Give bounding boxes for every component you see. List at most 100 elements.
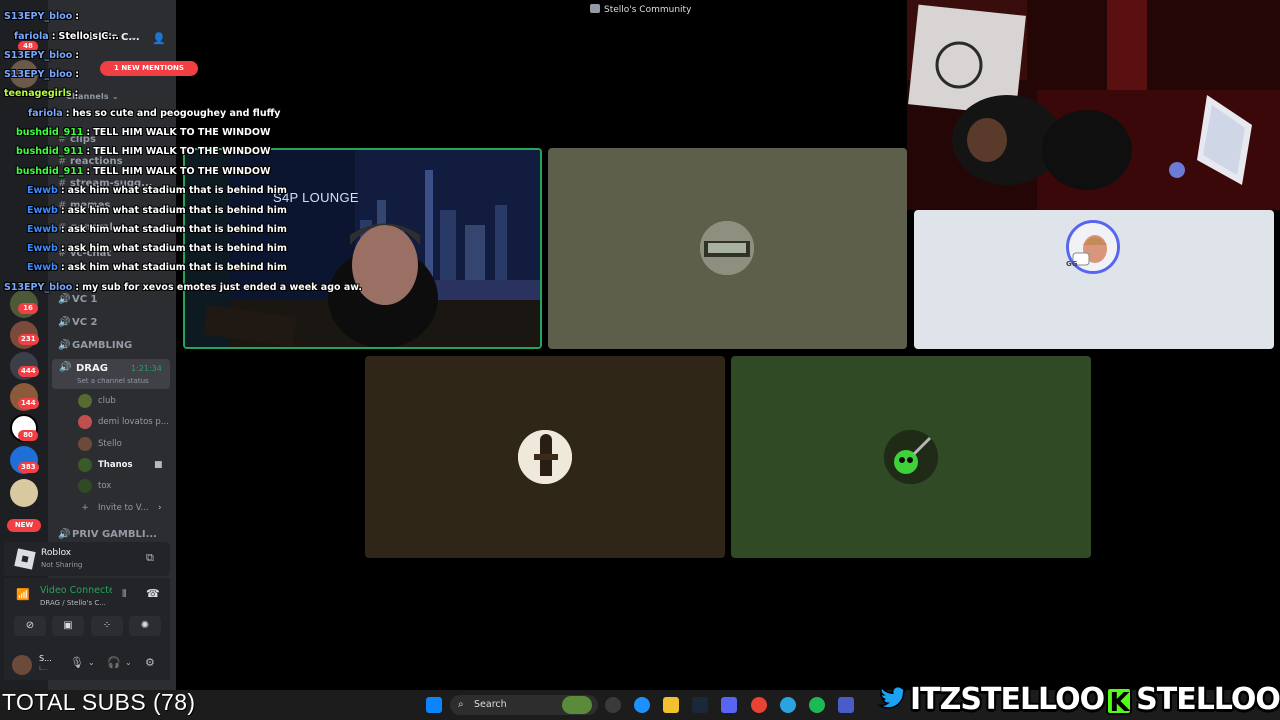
activities-button[interactable]: ⁘ xyxy=(91,616,123,636)
chat-message: fariola: Stello's C... xyxy=(14,31,119,42)
camera-icon: ■ xyxy=(154,460,163,470)
chat-username: Ewwb xyxy=(27,224,58,235)
member-name: club xyxy=(98,396,116,406)
avatar xyxy=(78,415,92,429)
voice-channel-label: PRIV GAMBLI... xyxy=(72,529,157,540)
chat-message: Ewwb: ask him what stadium that is behind… xyxy=(27,262,287,273)
member-name: tox xyxy=(98,481,112,491)
chat-text: TELL HIM WALK TO THE WINDOW xyxy=(93,146,271,157)
kick-icon: K xyxy=(1106,687,1133,717)
voice-member[interactable]: demi lovatos p... xyxy=(78,413,170,431)
avatar[interactable] xyxy=(12,655,32,675)
avatar xyxy=(78,479,92,493)
username: S... xyxy=(39,654,52,663)
server-badge: 383 xyxy=(18,462,39,473)
chat-text: ask him what stadium that is behind him xyxy=(67,243,287,254)
chat-username: bushdid_911 xyxy=(16,146,84,157)
video-tile-user-2[interactable] xyxy=(548,148,907,349)
microphone-icon[interactable]: 🎙 xyxy=(70,656,84,669)
soundboard-button[interactable]: ✺ xyxy=(129,616,161,636)
chat-username: Ewwb xyxy=(27,262,58,273)
window-title: Stello's Community xyxy=(590,4,691,15)
streamer-webcam xyxy=(907,0,1280,210)
gear-icon[interactable]: ⚙ xyxy=(145,656,155,669)
chat-text: ask him what stadium that is behind him xyxy=(67,224,287,235)
signal-icon[interactable]: 📶 xyxy=(16,588,30,601)
avatar-image xyxy=(700,221,754,275)
disconnect-icon[interactable]: ☎ xyxy=(146,587,160,600)
edge-icon[interactable] xyxy=(634,697,650,713)
voice-member[interactable]: Thanos ■ xyxy=(78,456,170,474)
noise-suppression-icon[interactable]: ⦀ xyxy=(122,589,126,600)
chat-text: hes so cute and peogoughey and fluffy xyxy=(72,108,281,119)
chat-separator: : xyxy=(51,31,56,42)
voice-status: Video Connected xyxy=(40,585,112,596)
voice-channel-drag[interactable]: 🔊 DRAG 1:21:34 Set a channel status xyxy=(52,359,170,389)
twitter-handle: ITZSTELLOO xyxy=(910,682,1105,717)
video-tile-user-3[interactable]: GG xyxy=(914,210,1274,349)
voice-channel-gambling[interactable]: 🔊 GAMBLING xyxy=(58,337,168,355)
voice-location[interactable]: DRAG / Stello's C... xyxy=(40,599,106,607)
telegram-icon[interactable] xyxy=(780,697,796,713)
chat-username: S13EPY_bloo xyxy=(4,69,73,80)
headphones-icon[interactable]: 🎧 xyxy=(107,656,121,669)
chat-username: bushdid_911 xyxy=(16,166,84,177)
member-name: Stello xyxy=(98,439,122,449)
video-tile-user-5[interactable] xyxy=(731,356,1091,558)
chevron-down-icon[interactable]: ⌄ xyxy=(88,658,95,667)
voice-channel-vc2[interactable]: 🔊 VC 2 xyxy=(58,314,168,332)
window-title-text: Stello's Community xyxy=(604,5,692,15)
chrome-icon[interactable] xyxy=(751,697,767,713)
chat-text: ask him what stadium that is behind him xyxy=(67,262,287,273)
avatar xyxy=(78,437,92,451)
chat-username: fariola xyxy=(14,31,49,42)
screen-share-button[interactable]: ▣ xyxy=(52,616,84,636)
server-icon[interactable] xyxy=(10,479,38,507)
file-explorer-icon[interactable] xyxy=(663,697,679,713)
invite-to-voice[interactable]: + Invite to V... › xyxy=(78,499,170,517)
avatar-image xyxy=(884,430,938,484)
activity-panel: Roblox Not Sharing ⧉ xyxy=(4,542,170,576)
chat-message: S13EPY_bloo: xyxy=(4,11,82,22)
chevron-down-icon[interactable]: ⌄ xyxy=(125,658,132,667)
add-user-icon: + xyxy=(81,503,89,513)
camera-off-button[interactable]: ⊘ xyxy=(14,616,46,636)
avatar xyxy=(78,458,92,472)
widget-icon[interactable] xyxy=(562,696,592,714)
chat-message: S13EPY_bloo: xyxy=(4,50,82,61)
voice-member[interactable]: Stello xyxy=(78,435,170,453)
chat-message: bushdid_911: TELL HIM WALK TO THE WINDOW xyxy=(16,146,271,157)
chat-separator: : xyxy=(75,282,80,293)
voice-member[interactable]: club xyxy=(78,392,170,410)
video-tile-user-4[interactable] xyxy=(365,356,725,558)
roblox-icon xyxy=(14,548,36,570)
app-icon[interactable] xyxy=(838,697,854,713)
chat-separator: : xyxy=(74,88,79,99)
webcam-image xyxy=(907,0,1280,210)
user-panel: S... L... 🎙 ⌄ 🎧 ⌄ ⚙ xyxy=(4,650,170,680)
voice-connection-panel: 📶 Video Connected DRAG / Stello's C... ⦀… xyxy=(4,578,170,650)
server-badge: 80 xyxy=(18,430,38,441)
chat-message: Ewwb: ask him what stadium that is behind… xyxy=(27,224,287,235)
chat-message: bushdid_911: TELL HIM WALK TO THE WINDOW xyxy=(16,166,271,177)
server-badge: 444 xyxy=(18,366,39,377)
server-badge: 16 xyxy=(18,303,38,314)
windows-start-icon[interactable] xyxy=(426,697,442,713)
member-name: demi lovatos p... xyxy=(98,417,169,427)
spotify-icon[interactable] xyxy=(809,697,825,713)
chat-message: teenagegirls: xyxy=(4,88,81,99)
steam-icon[interactable] xyxy=(692,697,708,713)
share-screen-icon[interactable]: ⧉ xyxy=(146,551,154,565)
chevron-right-icon: › xyxy=(158,503,162,513)
server-badge: 144 xyxy=(18,398,39,409)
chat-separator: : xyxy=(60,243,65,254)
chat-text: TELL HIM WALK TO THE WINDOW xyxy=(93,166,271,177)
chat-text: my sub for xevos emotes just ended a wee… xyxy=(82,282,363,293)
chat-separator: : xyxy=(60,262,65,273)
voice-member[interactable]: tox xyxy=(78,477,170,495)
obs-icon[interactable] xyxy=(605,697,621,713)
chat-separator: : xyxy=(60,185,65,196)
new-pill[interactable]: NEW xyxy=(7,519,41,532)
channel-status[interactable]: Set a channel status xyxy=(77,377,149,385)
discord-icon[interactable] xyxy=(721,697,737,713)
